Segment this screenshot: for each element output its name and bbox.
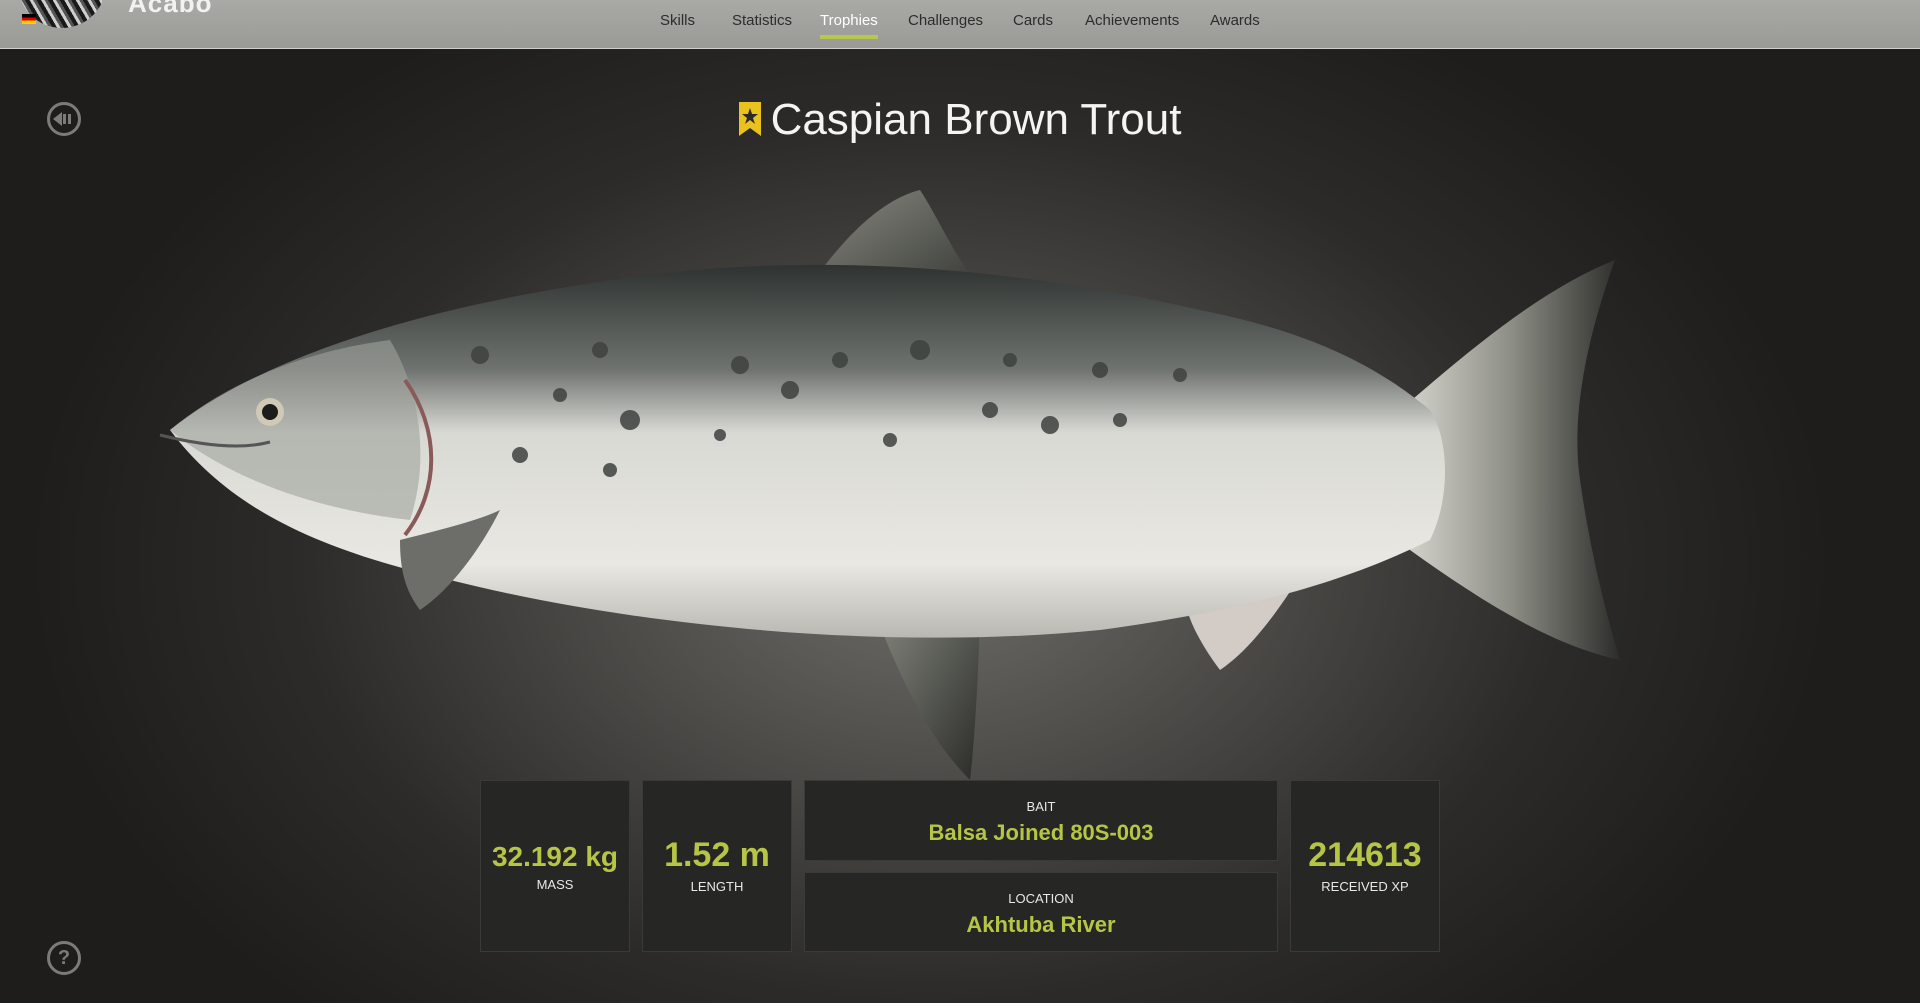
help-button[interactable]: ? [47, 941, 81, 975]
mass-label: MASS [536, 877, 574, 892]
xp-panel: 214613 RECEIVED XP [1290, 780, 1440, 952]
length-value: 1.52 m [664, 836, 770, 874]
location-panel: LOCATION Akhtuba River [804, 872, 1278, 952]
help-icon: ? [57, 946, 71, 969]
location-value: Akhtuba River [966, 912, 1116, 937]
main-nav: Skills Statistics Trophies Challenges Ca… [0, 12, 1920, 48]
bait-value: Balsa Joined 80S-003 [928, 820, 1154, 845]
bookmark-star-icon [738, 102, 761, 137]
tab-trophies[interactable]: Trophies [820, 12, 878, 39]
mass-panel: 32.192 kg MASS [480, 780, 630, 952]
length-panel: 1.52 m LENGTH [642, 780, 792, 952]
tab-challenges[interactable]: Challenges [908, 12, 983, 39]
bait-panel: BAIT Balsa Joined 80S-003 [804, 780, 1278, 861]
trophy-title: Caspian Brown Trout [0, 92, 1920, 148]
tab-cards[interactable]: Cards [1013, 12, 1053, 39]
tab-achievements[interactable]: Achievements [1085, 12, 1179, 39]
length-label: LENGTH [690, 879, 744, 894]
fish-model [159, 190, 1620, 780]
mass-value: 32.192 kg [491, 841, 619, 872]
bait-label: BAIT [1026, 799, 1056, 814]
top-bar: Acabo Skills Statistics Trophies Challen… [0, 0, 1920, 49]
xp-label: RECEIVED XP [1321, 879, 1409, 894]
tab-awards[interactable]: Awards [1210, 12, 1260, 39]
fish-name: Caspian Brown Trout [770, 95, 1182, 144]
tab-statistics[interactable]: Statistics [732, 12, 792, 39]
tab-skills[interactable]: Skills [660, 12, 695, 39]
location-label: LOCATION [1008, 891, 1074, 906]
xp-value: 214613 [1308, 836, 1422, 874]
